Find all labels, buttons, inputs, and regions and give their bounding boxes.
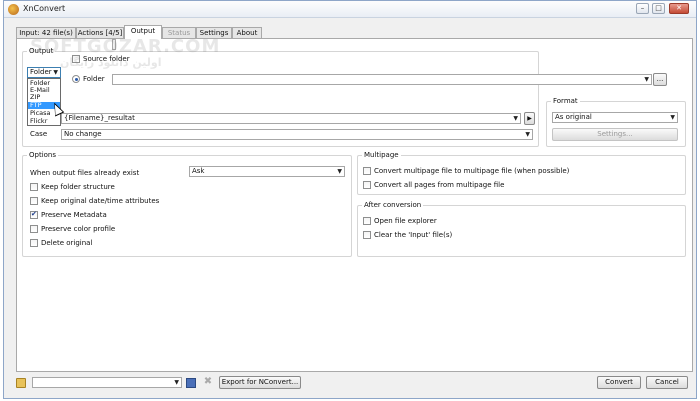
exist-value: Ask [192, 167, 205, 175]
exist-select[interactable]: Ask ▼ [189, 166, 345, 177]
convert-all-pages-checkbox[interactable] [363, 181, 371, 189]
open-preset-folder-icon[interactable] [16, 378, 26, 388]
destination-option-flickr[interactable]: Flickr [28, 118, 60, 125]
preset-select[interactable]: ▼ [32, 377, 182, 388]
source-folder-checkbox[interactable] [72, 55, 80, 63]
case-value: No change [64, 130, 102, 138]
destination-option-zip[interactable]: ZIP [28, 94, 60, 101]
clear-input-checkbox[interactable] [363, 231, 371, 239]
cancel-button[interactable]: Cancel [646, 376, 688, 389]
after-conversion-group-title: After conversion [362, 201, 424, 209]
keep-original-date-label: Keep original date/time attributes [41, 197, 160, 205]
keep-folder-structure-checkbox[interactable] [30, 183, 38, 191]
chevron-down-icon: ▼ [525, 131, 530, 138]
preserve-metadata-checkbox[interactable] [30, 210, 38, 219]
destination-value: Folder [30, 68, 52, 76]
delete-preset-icon[interactable]: ✖ [203, 377, 213, 387]
preserve-color-profile-label: Preserve color profile [41, 225, 116, 233]
chevron-down-icon: ▼ [670, 114, 675, 121]
folder-path-input[interactable]: ▼ [112, 74, 652, 85]
convert-all-pages-label: Convert all pages from multipage file [374, 181, 505, 189]
browse-folder-button[interactable]: ... [653, 73, 667, 86]
app-window: XnConvert – □ ✕ Input: 42 file(s) Action… [3, 0, 697, 399]
window-title: XnConvert [23, 4, 66, 13]
multipage-group: Multipage [357, 151, 686, 195]
preserve-metadata-label: Preserve Metadata [41, 211, 107, 219]
source-folder-label: Source folder [83, 55, 130, 63]
maximize-button[interactable]: □ [652, 3, 665, 14]
save-preset-icon[interactable] [186, 378, 196, 388]
options-group-title: Options [27, 151, 59, 159]
output-group-title: Output [27, 47, 56, 55]
format-select[interactable]: As original ▼ [552, 112, 678, 123]
chevron-down-icon: ▼ [513, 115, 518, 122]
folder-radio-label: Folder [83, 75, 105, 83]
keep-folder-structure-label: Keep folder structure [41, 183, 115, 191]
chevron-down-icon: ▼ [644, 76, 649, 83]
open-explorer-checkbox[interactable] [363, 217, 371, 225]
filename-template-input[interactable]: {Filename}_resultat ▼ [61, 113, 521, 124]
delete-original-checkbox[interactable] [30, 239, 38, 247]
folder-radio[interactable] [72, 75, 80, 83]
filename-template-value: {Filename}_resultat [64, 114, 135, 122]
minimize-button[interactable]: – [636, 3, 649, 14]
multipage-group-title: Multipage [362, 151, 401, 159]
convert-button[interactable]: Convert [597, 376, 641, 389]
open-explorer-label: Open file explorer [374, 217, 437, 225]
case-label: Case [30, 130, 48, 138]
export-nconvert-button[interactable]: Export for NConvert... [219, 376, 301, 389]
case-select[interactable]: No change ▼ [61, 129, 533, 140]
folder-path-input-wrapper [112, 39, 116, 50]
delete-original-label: Delete original [41, 239, 93, 247]
convert-multipage-label: Convert multipage file to multipage file… [374, 167, 570, 175]
tab-output[interactable]: Output [124, 25, 162, 39]
format-value: As original [555, 113, 592, 121]
clear-input-label: Clear the 'Input' file(s) [374, 231, 453, 239]
close-button[interactable]: ✕ [669, 3, 689, 14]
export-nconvert-label: Export for NConvert... [221, 378, 299, 386]
chevron-down-icon: ▼ [53, 69, 58, 76]
keep-original-date-checkbox[interactable] [30, 197, 38, 205]
insert-variable-button[interactable]: ▶ [524, 112, 535, 125]
convert-multipage-checkbox[interactable] [363, 167, 371, 175]
chevron-down-icon: ▼ [174, 379, 179, 386]
convert-label: Convert [605, 378, 633, 386]
destination-select[interactable]: Folder ▼ [27, 67, 61, 78]
title-bar: XnConvert – □ ✕ [4, 1, 696, 18]
format-group-title: Format [551, 97, 580, 105]
format-settings-button[interactable]: Settings... [552, 128, 678, 141]
play-arrow-icon: ▶ [527, 115, 532, 122]
chevron-down-icon: ▼ [337, 168, 342, 175]
app-logo-icon [8, 4, 19, 15]
exist-label: When output files already exist [30, 169, 140, 177]
output-page: Output Folder ▼ Source folder Folder ▼ .… [16, 38, 693, 372]
preserve-color-profile-checkbox[interactable] [30, 225, 38, 233]
